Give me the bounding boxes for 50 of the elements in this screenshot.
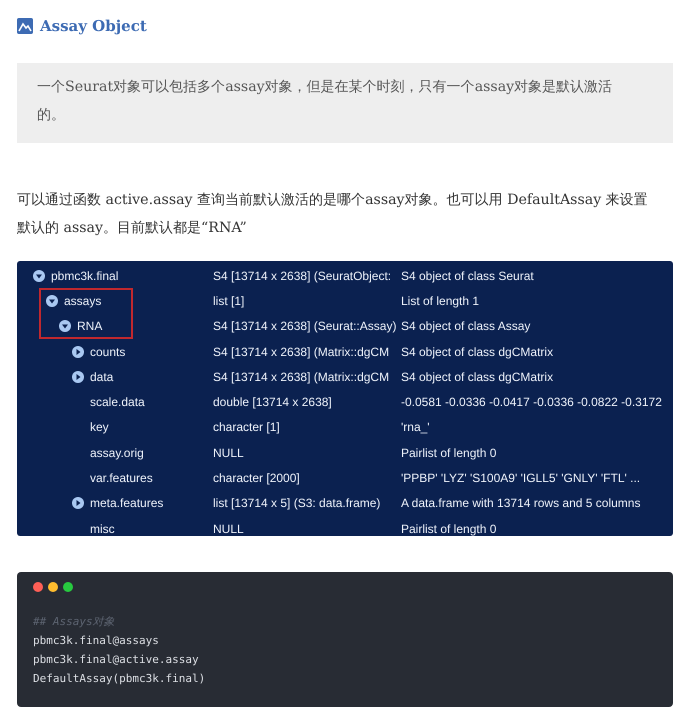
object-name: assay.orig (90, 446, 144, 460)
object-type: list [1] (213, 294, 244, 308)
collapse-toggle-icon[interactable] (46, 294, 58, 307)
object-value: Pairlist of length 0 (401, 446, 496, 460)
object-value: 'PPBP' 'LYZ' 'S100A9' 'IGLL5' 'GNLY' 'FTL' ... (401, 471, 640, 486)
object-type: list [13714 x 5] (S3: data.frame) (213, 496, 380, 510)
close-dot-icon (33, 582, 43, 592)
minimize-dot-icon (48, 582, 58, 592)
mountain-icon (17, 18, 33, 34)
paragraph: 可以通过函数 active.assay 查询当前默认激活的是哪个assay对象。也可以用 DefaultAssay 来设置默认的 assay。目前默认都是“RNA” (17, 191, 649, 238)
object-value: 'rna_' (401, 420, 430, 434)
object-type: S4 [13714 x 2638] (Matrix::dgCM (213, 370, 390, 384)
maximize-dot-icon (63, 582, 73, 592)
object-value: Pairlist of length 0 (401, 522, 496, 536)
object-name: meta.features (90, 496, 164, 510)
object-value: S4 object of class dgCMatrix (401, 370, 554, 384)
code-line: pbmc3k.final@assays (33, 633, 160, 649)
object-name: pbmc3k.final (51, 268, 118, 283)
object-value: List of length 1 (401, 294, 480, 308)
object-value: S4 object of class Assay (401, 319, 530, 334)
object-name: key (90, 420, 109, 434)
collapse-toggle-icon[interactable] (59, 320, 71, 332)
object-name: RNA (77, 319, 102, 334)
object-type: NULL (213, 446, 244, 460)
object-name: assays (64, 294, 102, 308)
object-name: scale.data (90, 395, 145, 410)
object-type: NULL (213, 522, 244, 536)
expand-toggle-icon[interactable] (72, 346, 84, 358)
expand-toggle-icon[interactable] (72, 370, 84, 383)
object-name: var.features (90, 471, 153, 486)
expand-toggle-icon[interactable] (72, 497, 84, 510)
section-heading: Assay Object (40, 17, 147, 35)
object-value: -0.0581 -0.0336 -0.0417 -0.0336 -0.0822 -0.3172 (401, 395, 662, 410)
object-type: double [13714 x 2638] (213, 395, 332, 410)
object-name: data (90, 370, 114, 384)
object-value: S4 object of class Seurat (401, 268, 534, 283)
code-comment: ## Assays对象 (33, 614, 116, 630)
object-type: S4 [13714 x 2638] (Matrix::dgCM (213, 344, 390, 359)
object-type: character [2000] (213, 471, 300, 486)
object-type: S4 [13714 x 2638] (Seurat::Assay) (213, 319, 396, 334)
quote-block: 一个Seurat对象可以包括多个assay对象，但是在某个时刻，只有一个assay对象是默认激活的。 (17, 63, 673, 143)
object-name: misc (90, 522, 115, 536)
code-line: DefaultAssay(pbmc3k.final) (33, 671, 206, 687)
object-type: S4 [13714 x 2638] (SeuratObject: (213, 268, 392, 283)
collapse-toggle-icon[interactable] (33, 270, 45, 282)
object-name: counts (90, 344, 126, 359)
code-line: pbmc3k.final@active.assay (33, 652, 200, 668)
object-value: S4 object of class dgCMatrix (401, 344, 554, 359)
object-type: character [1] (213, 420, 280, 434)
object-value: A data.frame with 13714 rows and 5 columns (401, 496, 640, 510)
